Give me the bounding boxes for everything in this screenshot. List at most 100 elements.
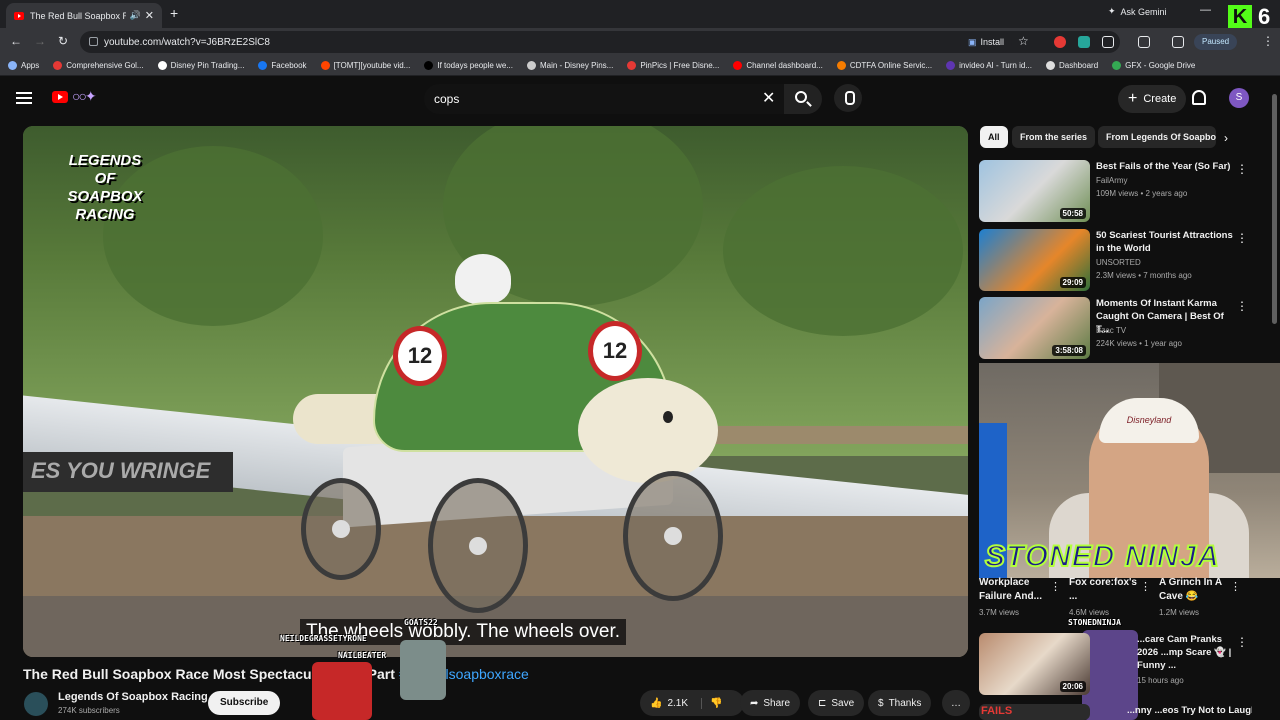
thanks-button[interactable]: $ Thanks (868, 690, 932, 716)
minimize-icon[interactable]: — (1200, 4, 1211, 16)
notifications-bell-icon[interactable] (1192, 90, 1206, 105)
back-icon[interactable]: ← (10, 34, 22, 48)
chevron-right-icon[interactable]: › (1224, 131, 1228, 145)
video-title[interactable]: ...care Cam Pranks 2026 ...mp Scare 👻 | … (1137, 633, 1237, 672)
recommended-video[interactable]: FAILS ...nny ...eos Try Not to Laugh | (979, 704, 1269, 720)
bookmark-favicon-icon (733, 61, 743, 70)
video-thumbnail[interactable]: 3:58:08 (979, 297, 1090, 359)
video-thumbnail[interactable]: 50:58 (979, 160, 1090, 222)
search-button[interactable] (784, 84, 822, 114)
thumbs-up-icon[interactable]: 👍 (650, 698, 662, 709)
url-text: youtube.com/watch?v=J6BRzE2SlC8 (104, 36, 270, 48)
like-count[interactable]: 2.1K (667, 698, 688, 709)
install-app-button[interactable]: ▣ Install (960, 32, 1013, 52)
share-button[interactable]: ➦ Share (740, 690, 801, 716)
bookmark-icon: ⊏ (818, 697, 827, 709)
video-title[interactable]: Best Fails of the Year (So Far) (1096, 160, 1236, 173)
overlay-tag-neildegrassetyrone: NEILDEGRASSETYRONE (280, 634, 367, 643)
recommended-video[interactable]: 20:06 ...care Cam Pranks 2026 ...mp Scar… (979, 633, 1269, 695)
close-tab-icon[interactable]: ✕ (145, 9, 154, 22)
bookmark-item[interactable]: If todays people we... (424, 61, 513, 70)
reading-list-icon[interactable] (1172, 36, 1184, 48)
reload-icon[interactable]: ↻ (58, 34, 68, 48)
short-title[interactable]: Fox core:fox's ... (1069, 576, 1139, 604)
more-options-icon[interactable]: ⋮ (1236, 635, 1248, 649)
bookmark-star-icon[interactable]: ☆ (1018, 34, 1029, 48)
chip-all[interactable]: All (980, 126, 1008, 148)
channel-name[interactable]: Bzac TV (1096, 326, 1126, 335)
bookmark-item[interactable]: GFX - Google Drive (1112, 61, 1195, 70)
profile-paused-button[interactable]: Paused (1194, 34, 1238, 50)
plus-icon: + (1128, 90, 1138, 107)
bookmark-item[interactable]: Dashboard (1046, 61, 1098, 70)
recommended-video[interactable]: 50:58 Best Fails of the Year (So Far) Fa… (979, 160, 1269, 222)
more-options-icon[interactable]: ⋮ (1230, 580, 1241, 593)
bookmark-label: If todays people we... (437, 61, 513, 70)
bookmark-item[interactable]: invideo AI - Turn id... (946, 61, 1032, 70)
bookmark-item[interactable]: Main - Disney Pins... (526, 61, 613, 70)
video-title[interactable]: 50 Scariest Tourist Attractions in the W… (1096, 229, 1236, 255)
chip-from-the-series[interactable]: From the series (1012, 126, 1096, 148)
more-options-icon[interactable]: ⋮ (1236, 299, 1248, 313)
bookmark-item[interactable]: Disney Pin Trading... (157, 61, 244, 70)
browser-tab[interactable]: The Red Bull Soapbox Race 🔊 ✕ (6, 3, 162, 28)
video-title[interactable]: ...nny ...eos Try Not to Laugh | (1127, 704, 1252, 717)
site-info-icon[interactable] (89, 37, 98, 46)
more-actions-button[interactable]: … (942, 690, 970, 716)
page-scrollbar[interactable] (1272, 94, 1277, 324)
subscribe-button[interactable]: Subscribe (208, 691, 281, 715)
video-player[interactable]: ES YOU WRINGE LEGENDS OF SOAPBOX RACING … (23, 126, 968, 657)
short-title[interactable]: A Grinch In A Cave 😂 (1159, 576, 1229, 604)
youtube-doodle-icon[interactable]: ○○✦ (72, 88, 97, 105)
wheel-front-left (428, 478, 528, 613)
subscriber-count: 274K subscribers (58, 706, 120, 715)
menu-icon[interactable] (16, 92, 32, 104)
channel-name[interactable]: FailArmy (1096, 176, 1128, 185)
account-avatar[interactable]: S (1229, 88, 1249, 108)
race-number-right: 12 (588, 321, 642, 381)
recommended-video[interactable]: 3:58:08 Moments Of Instant Karma Caught … (979, 297, 1269, 359)
recommended-video[interactable]: 29:09 50 Scariest Tourist Attractions in… (979, 229, 1269, 291)
search-input[interactable]: cops (424, 84, 784, 114)
clear-search-icon[interactable]: ✕ (762, 88, 775, 108)
youtube-logo-icon[interactable] (52, 91, 68, 103)
tab-search-icon[interactable] (1138, 36, 1150, 48)
driver-helmet (455, 254, 511, 304)
channel-name[interactable]: Legends Of Soapbox Racing (58, 691, 208, 703)
bookmark-item[interactable]: PinPics | Free Disne... (627, 61, 719, 70)
video-thumbnail[interactable]: 29:09 (979, 229, 1090, 291)
bookmark-item[interactable]: Comprehensive Gol... (53, 61, 144, 70)
speaker-icon[interactable]: 🔊 (130, 10, 141, 21)
short-views: 3.7M views (979, 608, 1020, 617)
new-tab-button[interactable]: + (170, 5, 178, 21)
video-thumbnail[interactable]: FAILS (979, 704, 1090, 720)
bookmark-item[interactable]: Channel dashboard... (733, 61, 823, 70)
save-button[interactable]: ⊏ Save (808, 690, 865, 716)
voice-search-button[interactable] (834, 84, 862, 112)
more-options-icon[interactable]: ⋮ (1050, 580, 1061, 593)
channel-name[interactable]: UNSORTED (1096, 258, 1141, 267)
more-options-icon[interactable]: ⋮ (1236, 231, 1248, 245)
extension-red-icon[interactable] (1054, 36, 1066, 48)
bookmark-item[interactable]: Apps (8, 61, 39, 70)
video-thumbnail[interactable]: 20:06 (979, 633, 1090, 695)
browser-toolbar: ← → ↻ youtube.com/watch?v=J6BRzE2SlC8 ▣ … (0, 28, 1280, 56)
channel-avatar[interactable] (24, 692, 48, 716)
more-options-icon[interactable]: ⋮ (1236, 162, 1248, 176)
bookmark-favicon-icon (8, 61, 17, 70)
forward-icon[interactable]: → (34, 34, 46, 48)
thumbs-down-icon[interactable]: 👎 (701, 697, 722, 709)
chip-from-channel[interactable]: From Legends Of Soapbo (1098, 126, 1216, 148)
bookmark-item[interactable]: CDTFA Online Servic... (836, 61, 932, 70)
bookmark-item[interactable]: Facebook (258, 61, 307, 70)
extension-teal-icon[interactable] (1078, 36, 1090, 48)
extensions-puzzle-icon[interactable] (1102, 36, 1114, 48)
browser-menu-icon[interactable]: ⋮ (1262, 34, 1274, 48)
create-button[interactable]: + Create (1118, 85, 1187, 113)
short-title[interactable]: Workplace Failure And... (979, 576, 1043, 604)
ask-gemini-button[interactable]: ✦ Ask Gemini (1108, 6, 1167, 17)
bookmark-item[interactable]: [TOMT][youtube vid... (320, 61, 410, 70)
gemini-icon: ✦ (1108, 6, 1116, 16)
wheel-rear-left (301, 478, 381, 580)
more-options-icon[interactable]: ⋮ (1140, 580, 1151, 593)
